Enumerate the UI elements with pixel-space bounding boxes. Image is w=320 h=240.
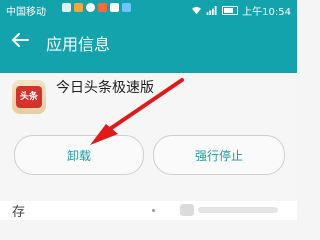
watermark-logo (180, 204, 278, 216)
weibo-icon (74, 3, 83, 12)
wifi-icon (192, 6, 202, 15)
app-icon: 头条 (12, 80, 46, 114)
video-icon (122, 3, 131, 12)
uninstall-button[interactable]: 卸载 (14, 135, 144, 175)
back-arrow-icon[interactable] (10, 30, 30, 50)
app-icon-badge: 头条 (16, 86, 42, 108)
status-right: 上午10:54 (191, 3, 291, 18)
status-bar: 中国移动 上午10:54 (0, 0, 297, 18)
signal-icon (206, 6, 217, 15)
news-icon (110, 3, 119, 12)
status-time: 上午10:54 (242, 7, 291, 18)
battery-icon (222, 6, 239, 15)
sim-icon (62, 3, 71, 12)
storage-label: 存 (12, 205, 26, 220)
app-notification-icon (98, 3, 107, 12)
force-stop-button[interactable]: 强行停止 (153, 135, 285, 175)
ok-icon (86, 3, 95, 12)
carrier-label: 中国移动 (6, 7, 46, 18)
notification-icons (62, 3, 131, 12)
app-info-content: 头条 今日头条极速版 卸载 强行停止 存 (0, 73, 297, 220)
app-header: 中国移动 上午10:54 应用信息 (0, 0, 297, 73)
separator-dot (152, 209, 155, 212)
page-title: 应用信息 (46, 35, 111, 54)
app-name: 今日头条极速版 (56, 80, 154, 96)
